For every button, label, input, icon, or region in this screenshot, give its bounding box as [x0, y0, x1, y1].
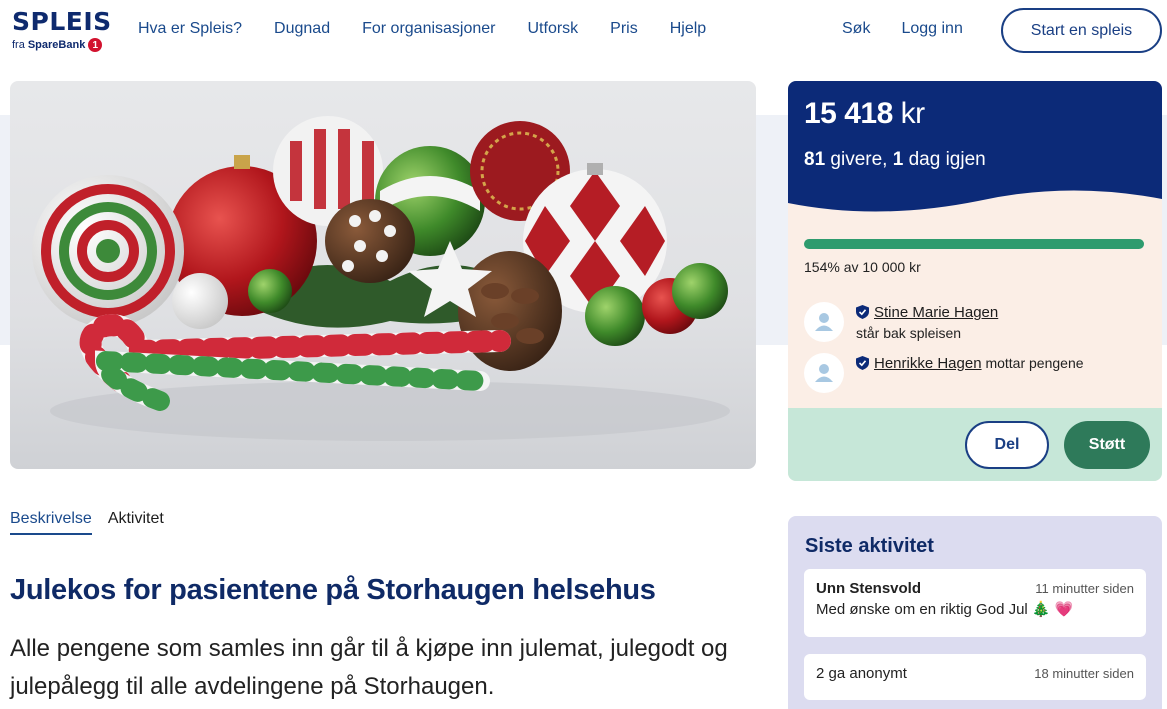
share-button[interactable]: Del [965, 421, 1049, 469]
nav-pris[interactable]: Pris [610, 20, 638, 38]
sparebank-one-icon: 1 [88, 38, 103, 52]
verified-shield-icon [856, 356, 869, 370]
logo-sub-prefix: fra [12, 39, 25, 51]
recipient: Henrikke Hagen mottar pengene [804, 353, 1084, 393]
givers-summary: 81 givere, 1 dag igjen [804, 149, 986, 171]
activity-item: Unn Stensvold 11 minutter siden Med ønske… [804, 569, 1146, 637]
avatar [804, 302, 844, 342]
progress-fill [804, 239, 1144, 249]
spleis-logo[interactable]: SPLEIS fra SpareBank 1 [12, 7, 112, 60]
organizer-role: står bak spleisen [856, 325, 962, 341]
givers-count: 81 [804, 149, 826, 170]
progress-bar [804, 239, 1144, 249]
nav-hva-er-spleis[interactable]: Hva er Spleis? [138, 20, 242, 38]
raised-amount-unit: kr [900, 97, 926, 130]
recipient-text: Henrikke Hagen mottar pengene [856, 353, 1084, 374]
search-link[interactable]: Søk [842, 20, 870, 38]
content-tabs: Beskrivelse Aktivitet [10, 510, 164, 535]
user-icon [815, 313, 833, 331]
raised-amount: 15 418 kr [804, 97, 925, 131]
start-spleis-button[interactable]: Start en spleis [1001, 8, 1162, 53]
recipient-role: mottar pengene [985, 355, 1084, 371]
tab-beskrivelse[interactable]: Beskrivelse [10, 510, 92, 535]
activity-name: Unn Stensvold [816, 580, 922, 597]
tab-aktivitet[interactable]: Aktivitet [108, 510, 164, 535]
avatar [804, 353, 844, 393]
recent-activity: Siste aktivitet Unn Stensvold 11 minutter… [788, 516, 1162, 709]
nav-utforsk[interactable]: Utforsk [528, 20, 579, 38]
user-icon [815, 364, 833, 382]
card-summary: 15 418 kr 81 givere, 1 dag igjen [788, 81, 1162, 221]
logo-wordmark: SPLEIS [12, 7, 112, 36]
site-header: SPLEIS fra SpareBank 1 Hva er Spleis? Du… [0, 0, 1167, 62]
activity-time: 11 minutter siden [1035, 581, 1134, 596]
card-wave [788, 190, 1162, 221]
organizer-text: Stine Marie Hagen står bak spleisen [856, 302, 998, 343]
campaign-hero-image [10, 81, 756, 469]
days-left-label: dag igjen [903, 149, 986, 170]
activity-time: 18 minutter siden [1034, 666, 1134, 681]
support-button[interactable]: Støtt [1064, 421, 1150, 469]
fundraising-card: 15 418 kr 81 givere, 1 dag igjen 154% av… [788, 81, 1162, 481]
activity-heading: Siste aktivitet [805, 535, 934, 557]
progress-text: 154% av 10 000 kr [804, 259, 921, 275]
logo-subtitle: fra SpareBank 1 [12, 38, 108, 52]
recipient-name-link[interactable]: Henrikke Hagen [874, 355, 982, 372]
account-nav: Søk Logg inn [842, 20, 963, 38]
login-link[interactable]: Logg inn [901, 20, 962, 38]
activity-name: 2 ga anonymt [816, 665, 907, 682]
days-left-count: 1 [892, 149, 904, 170]
card-actions: Del Støtt [788, 408, 1162, 481]
campaign-title: Julekos for pasientene på Storhaugen hel… [10, 574, 656, 606]
organizer-name-link[interactable]: Stine Marie Hagen [874, 304, 998, 321]
verified-shield-icon [856, 305, 869, 319]
organizer: Stine Marie Hagen står bak spleisen [804, 302, 998, 343]
nav-dugnad[interactable]: Dugnad [274, 20, 330, 38]
campaign-description: Alle pengene som samles inn går til å kj… [10, 635, 728, 700]
main-nav: Hva er Spleis? Dugnad For organisasjoner… [138, 20, 706, 38]
logo-sub-bank: SpareBank [27, 39, 86, 51]
raised-amount-value: 15 418 [804, 97, 893, 130]
christmas-ornaments-image [32, 116, 730, 441]
nav-for-organisasjoner[interactable]: For organisasjoner [362, 20, 495, 38]
activity-item: 2 ga anonymt 18 minutter siden [804, 654, 1146, 700]
activity-message: Med ønske om en riktig God Jul 🎄 💗 [816, 601, 1074, 618]
nav-hjelp[interactable]: Hjelp [670, 20, 706, 38]
givers-label: givere, [825, 149, 893, 170]
